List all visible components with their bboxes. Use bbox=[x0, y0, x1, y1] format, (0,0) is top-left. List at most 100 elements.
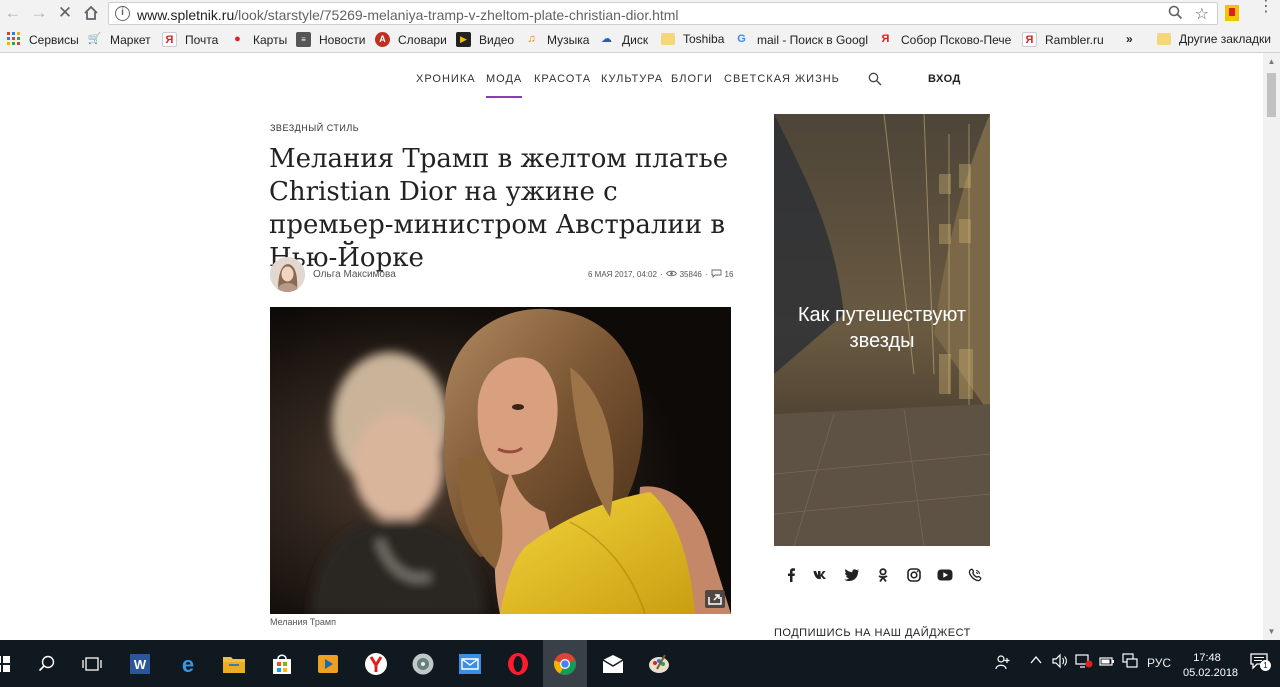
browser-toolbar: ← → ✕ i www.spletnik.ru/look/starstyle/7… bbox=[0, 0, 1280, 27]
bookmark-mail[interactable]: Я Почта bbox=[162, 32, 218, 47]
bookmark-maps[interactable]: ● Карты bbox=[230, 32, 287, 47]
scroll-up-icon[interactable]: ▲ bbox=[1267, 57, 1276, 66]
word-icon[interactable]: W bbox=[124, 648, 156, 680]
vk-icon[interactable] bbox=[812, 566, 830, 584]
article-photo[interactable] bbox=[270, 307, 731, 614]
nav-chronicle[interactable]: ХРОНИКА bbox=[416, 73, 476, 85]
bookmark-rambler[interactable]: Я Rambler.ru bbox=[1022, 32, 1104, 47]
bookmark-label: Видео bbox=[479, 32, 515, 47]
bookmark-label: Rambler.ru bbox=[1045, 32, 1104, 47]
mail-app-icon[interactable] bbox=[454, 648, 486, 680]
envelope-app-icon[interactable] bbox=[597, 648, 629, 680]
search-icon[interactable] bbox=[868, 72, 882, 86]
notifications-icon[interactable]: 1 bbox=[1250, 652, 1271, 673]
yandex-bookmark-extension-icon[interactable] bbox=[1225, 5, 1239, 21]
nav-blogs[interactable]: БЛОГИ bbox=[671, 73, 713, 85]
bookmark-label: Диск bbox=[622, 32, 649, 47]
apps-icon bbox=[6, 32, 21, 47]
facebook-icon[interactable] bbox=[782, 566, 800, 584]
login-button[interactable]: ВХОД bbox=[928, 73, 961, 85]
page-scrollbar[interactable]: ▲ ▼ bbox=[1263, 53, 1280, 640]
comment-count[interactable]: 16 bbox=[725, 270, 734, 279]
network-icon[interactable] bbox=[1075, 653, 1093, 672]
nav-society[interactable]: СВЕТСКАЯ ЖИЗНЬ bbox=[724, 73, 840, 85]
home-icon[interactable] bbox=[80, 2, 102, 24]
yandex-icon: Я bbox=[162, 32, 177, 47]
media-player-icon[interactable] bbox=[312, 648, 344, 680]
dictionary-icon: A bbox=[375, 32, 390, 47]
stop-loading-icon[interactable]: ✕ bbox=[54, 2, 76, 24]
yandex-icon: Я bbox=[1022, 32, 1037, 47]
volume-icon[interactable] bbox=[1052, 653, 1068, 672]
bookmark-apps[interactable]: Сервисы bbox=[6, 32, 79, 47]
clock[interactable]: 17:48 05.02.2018 bbox=[1183, 651, 1238, 681]
zoom-icon[interactable] bbox=[1168, 5, 1183, 24]
author-avatar[interactable] bbox=[270, 257, 305, 292]
newsletter-heading: ПОДПИШИСЬ НА НАШ ДАЙДЖЕСТ bbox=[774, 627, 971, 639]
scrollbar-thumb[interactable] bbox=[1267, 73, 1276, 117]
bookmark-label: Музыка bbox=[547, 32, 590, 47]
bookmark-toshiba[interactable]: Toshiba bbox=[661, 32, 724, 46]
comment-icon[interactable] bbox=[711, 269, 722, 280]
chrome-icon[interactable] bbox=[543, 640, 587, 687]
notification-count: 1 bbox=[1260, 660, 1271, 671]
battery-icon[interactable] bbox=[1099, 653, 1115, 672]
map-pin-icon: ● bbox=[234, 33, 241, 45]
bookmark-label: Собор Псково-Пече bbox=[901, 32, 1012, 47]
people-icon[interactable] bbox=[995, 654, 1011, 673]
odnoklassniki-icon[interactable] bbox=[874, 566, 892, 584]
nav-fashion[interactable]: МОДА bbox=[486, 73, 523, 98]
bookmarks-overflow-button[interactable]: » bbox=[1126, 32, 1133, 46]
paint-app-icon[interactable] bbox=[643, 648, 675, 680]
file-explorer-icon[interactable] bbox=[218, 648, 250, 680]
chevron-up-icon[interactable] bbox=[1030, 654, 1042, 669]
url-host: www.spletnik.ru bbox=[137, 7, 235, 23]
twitter-icon[interactable] bbox=[843, 566, 861, 584]
disc-app-icon[interactable] bbox=[407, 648, 439, 680]
disk-icon: ☁ bbox=[601, 33, 612, 45]
news-icon: ≡ bbox=[296, 32, 311, 47]
forward-icon[interactable]: → bbox=[28, 2, 50, 24]
share-icon[interactable] bbox=[705, 590, 725, 608]
youtube-icon[interactable] bbox=[936, 566, 954, 584]
edge-icon[interactable]: e bbox=[172, 648, 204, 680]
article-title: Мелания Трамп в желтом платье Christian … bbox=[269, 144, 729, 273]
bookmark-video[interactable]: ▶ Видео bbox=[456, 32, 514, 47]
viber-icon[interactable] bbox=[966, 566, 984, 584]
store-icon[interactable] bbox=[266, 648, 298, 680]
clock-time: 17:48 bbox=[1193, 652, 1221, 664]
bookmark-news[interactable]: ≡ Новости bbox=[296, 32, 365, 47]
opera-icon[interactable] bbox=[502, 648, 534, 680]
other-bookmarks[interactable]: Другие закладки bbox=[1157, 32, 1271, 46]
promo-banner[interactable]: Как путешествуют звезды bbox=[774, 114, 990, 546]
browser-menu-icon[interactable]: ⋮ bbox=[1258, 0, 1274, 15]
bookmark-market[interactable]: 🛒 Маркет bbox=[87, 32, 151, 47]
svg-text:e: e bbox=[182, 652, 194, 676]
scroll-down-icon[interactable]: ▼ bbox=[1267, 627, 1276, 636]
bookmark-dictionaries[interactable]: A Словари bbox=[375, 32, 447, 47]
start-windows-icon[interactable] bbox=[0, 648, 16, 680]
back-icon[interactable]: ← bbox=[2, 2, 24, 24]
url-text: www.spletnik.ru/look/starstyle/75269-mel… bbox=[137, 7, 679, 23]
info-icon[interactable]: i bbox=[115, 6, 130, 21]
language-indicator[interactable]: РУС bbox=[1147, 656, 1171, 670]
bookmark-label: Маркет bbox=[110, 32, 151, 47]
nav-beauty[interactable]: КРАСОТА bbox=[534, 73, 591, 85]
bookmarks-bar: Сервисы 🛒 Маркет Я Почта ● Карты ≡ Новос… bbox=[0, 27, 1280, 53]
bookmark-star-icon[interactable]: ☆ bbox=[1195, 4, 1209, 24]
search-icon[interactable] bbox=[31, 648, 63, 680]
address-bar[interactable]: i www.spletnik.ru/look/starstyle/75269-m… bbox=[108, 2, 1218, 25]
bookmark-sobor[interactable]: Я Собор Псково-Пече bbox=[878, 32, 1012, 47]
bookmark-google-mail[interactable]: G mail - Поиск в Googl bbox=[734, 32, 868, 47]
task-view-icon[interactable] bbox=[76, 648, 108, 680]
author-name[interactable]: Ольга Максимова bbox=[313, 269, 396, 280]
bookmark-music[interactable]: ♫ Музыка bbox=[524, 32, 589, 47]
bookmark-label: Другие закладки bbox=[1179, 32, 1271, 46]
article-rubric[interactable]: ЗВЕЗДНЫЙ СТИЛЬ bbox=[270, 123, 359, 133]
display-icon[interactable] bbox=[1122, 653, 1138, 672]
nav-culture[interactable]: КУЛЬТУРА bbox=[601, 73, 663, 85]
instagram-icon[interactable] bbox=[905, 566, 923, 584]
yandex-browser-icon[interactable] bbox=[360, 648, 392, 680]
bookmark-disk[interactable]: ☁ Диск bbox=[599, 32, 648, 47]
video-icon: ▶ bbox=[456, 32, 471, 47]
